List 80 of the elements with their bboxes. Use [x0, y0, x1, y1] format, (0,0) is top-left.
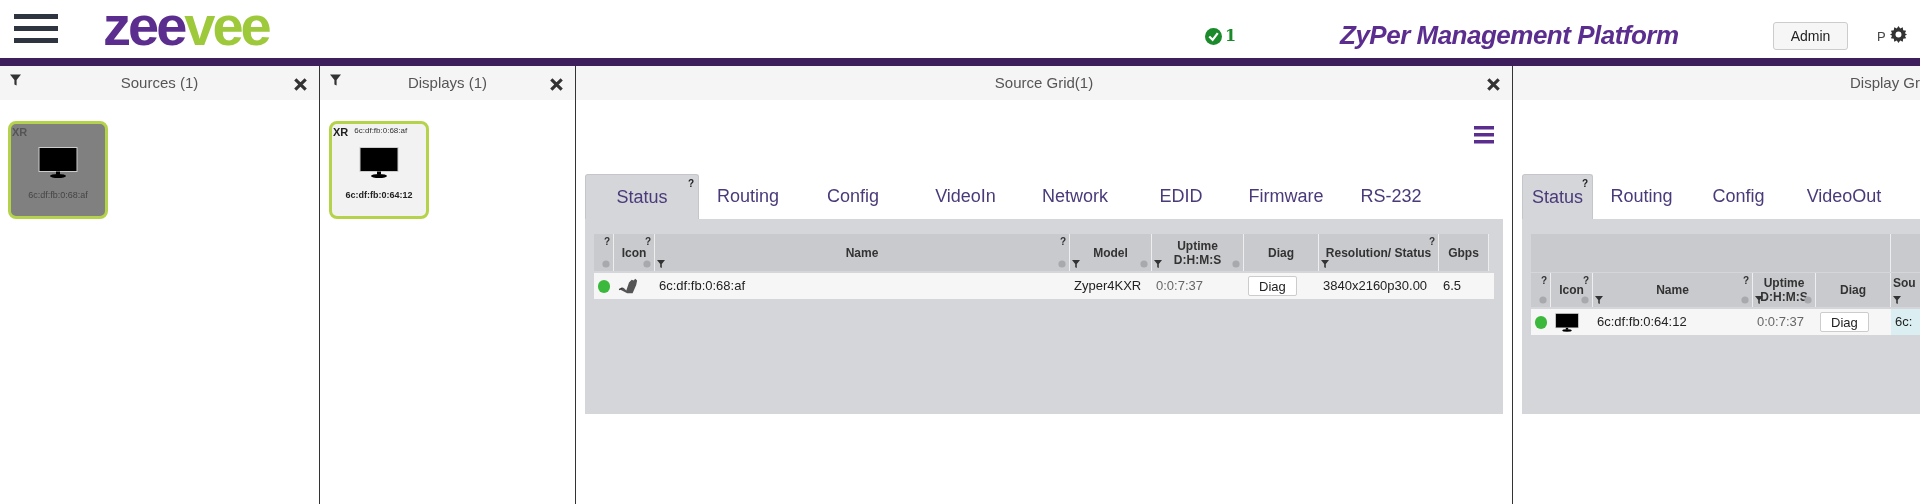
- table-cell-text: 6.5: [1443, 277, 1462, 296]
- column-header[interactable]: Uptime D:H:M:S: [1753, 273, 1816, 307]
- diag-button[interactable]: Diag: [1820, 312, 1869, 332]
- help-mark[interactable]: ?: [603, 235, 610, 249]
- device-address: 6c:df:fb:0:68:af: [354, 125, 408, 137]
- tab[interactable]: EDID: [1128, 174, 1234, 219]
- filter-icon[interactable]: [657, 260, 665, 268]
- help-mark[interactable]: ?: [1582, 274, 1589, 288]
- panel-title: Displays (1): [407, 72, 488, 93]
- column-header[interactable]: ?: [594, 234, 614, 271]
- filter-icon[interactable]: [1893, 296, 1901, 304]
- tab[interactable]: Status ?: [1522, 174, 1593, 219]
- table-cell-text: Zyper4KXR: [1074, 277, 1142, 296]
- tab[interactable]: Firmware: [1234, 174, 1338, 219]
- help-mark[interactable]: ?: [1059, 235, 1066, 249]
- table-cell-text: 6c:: [1895, 313, 1913, 332]
- table-cell-text: 3840x2160p30.00: [1323, 277, 1428, 296]
- column-header[interactable]: Sou: [1891, 273, 1920, 307]
- close-icon[interactable]: [550, 78, 563, 91]
- device-tag: XR: [333, 124, 349, 141]
- tab[interactable]: Status ?: [585, 174, 699, 219]
- alert-count: 1: [1225, 25, 1237, 47]
- column-header[interactable]: Gbps: [1439, 234, 1489, 271]
- column-header[interactable]: Name ?: [655, 234, 1070, 271]
- help-mark[interactable]: ?: [1540, 274, 1547, 288]
- table-cell-text: 0:0:7:37: [1156, 277, 1203, 296]
- monitor-icon: [359, 146, 399, 179]
- filter-icon[interactable]: [1154, 260, 1162, 268]
- settings-icon[interactable]: [1890, 26, 1907, 43]
- monitor-icon: [1555, 312, 1579, 332]
- filter-icon[interactable]: [1595, 296, 1603, 304]
- panel-title: Sources (1): [120, 72, 199, 93]
- close-icon[interactable]: [294, 78, 307, 91]
- column-header[interactable]: Name ?: [1593, 273, 1753, 307]
- column-header[interactable]: Diag: [1816, 273, 1891, 307]
- user-initial: P: [1877, 28, 1886, 46]
- help-mark[interactable]: ?: [1581, 176, 1588, 191]
- admin-button[interactable]: Admin: [1773, 22, 1848, 50]
- tab[interactable]: Routing: [1593, 174, 1690, 219]
- help-mark[interactable]: ?: [1742, 274, 1749, 288]
- help-mark[interactable]: ?: [644, 235, 651, 249]
- monitor-icon: [38, 146, 78, 179]
- filter-icon[interactable]: [10, 74, 21, 86]
- column-header[interactable]: Icon ?: [614, 234, 655, 271]
- table-row[interactable]: 6c:df:fb:0:64:12 0:0:7:37 Diag 6c:: [1531, 309, 1920, 335]
- column-header[interactable]: ?: [1531, 273, 1551, 307]
- table-row[interactable]: 6c:df:fb:0:68:af Zyper4KXR 0:0:7:37 Diag 3840x2160p30.00 6.5: [594, 273, 1494, 299]
- tab[interactable]: Config: [797, 174, 909, 219]
- filter-icon[interactable]: [330, 74, 341, 86]
- check-circle-icon: [1205, 27, 1222, 45]
- hand-icon: [618, 277, 640, 295]
- column-header[interactable]: Resolution/ Status ?: [1319, 234, 1439, 271]
- app-title: ZyPer Management Platform: [1340, 19, 1679, 52]
- column-header[interactable]: Model: [1070, 234, 1152, 271]
- table-cell-text: 0:0:7:37: [1757, 313, 1804, 332]
- help-mark[interactable]: ?: [687, 176, 694, 191]
- menu-icon[interactable]: [14, 13, 58, 45]
- panel-title: Source Grid(1): [994, 72, 1094, 93]
- menu-icon[interactable]: [1474, 126, 1494, 144]
- close-icon[interactable]: [1487, 78, 1500, 91]
- table-cell-text: 6c:df:fb:0:64:12: [1597, 313, 1687, 332]
- tab[interactable]: VideoIn: [909, 174, 1022, 219]
- column-header[interactable]: Icon ?: [1551, 273, 1593, 307]
- tab[interactable]: Config: [1690, 174, 1787, 219]
- panel-title: Display Gr: [1850, 72, 1920, 93]
- diag-button[interactable]: Diag: [1248, 276, 1297, 296]
- tab[interactable]: VideoOut: [1787, 174, 1901, 219]
- filter-icon[interactable]: [1321, 260, 1329, 268]
- tab[interactable]: Network: [1022, 174, 1128, 219]
- help-mark[interactable]: ?: [1428, 235, 1435, 249]
- logo: zeevee: [103, 0, 269, 54]
- filter-icon[interactable]: [1755, 296, 1763, 304]
- column-header[interactable]: Diag: [1244, 234, 1319, 271]
- device-tile[interactable]: XR 6c:df:fb:0:68:af 6c:df:fb:0:64:12: [329, 121, 429, 219]
- tab[interactable]: Routing: [699, 174, 797, 219]
- device-name: 6c:df:fb:0:64:12: [345, 189, 413, 202]
- filter-icon[interactable]: [1072, 260, 1080, 268]
- table-cell-text: 6c:df:fb:0:68:af: [659, 277, 745, 296]
- tab[interactable]: RS-232: [1338, 174, 1444, 219]
- column-header[interactable]: Uptime D:H:M:S: [1152, 234, 1244, 271]
